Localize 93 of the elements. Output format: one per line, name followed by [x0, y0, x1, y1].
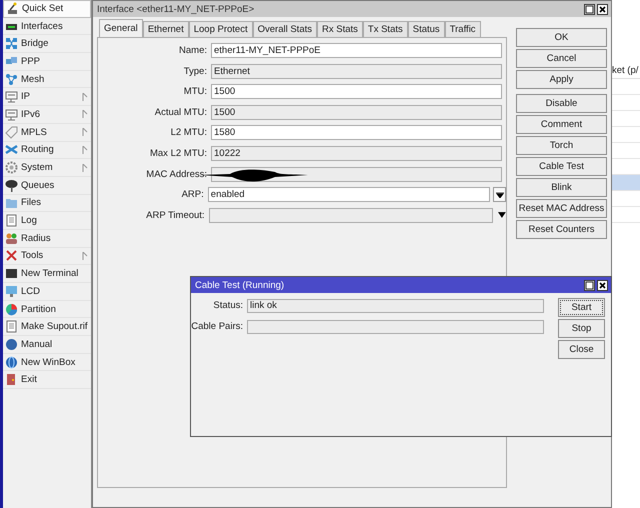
action-button[interactable]: Torch — [516, 136, 607, 155]
field-label: Cable Pairs: — [191, 321, 244, 332]
input-field[interactable]: ether11-MY_NET-PPPoE — [211, 43, 502, 58]
field-label: Max L2 MTU: — [148, 148, 208, 159]
input-field: 1500 — [211, 104, 502, 120]
action-button[interactable]: Disable — [516, 94, 607, 113]
network-icon — [5, 108, 18, 121]
menu-item[interactable]: New Terminal — [3, 265, 91, 283]
tab[interactable]: Ethernet — [142, 21, 189, 37]
menu-item[interactable]: Exit — [3, 371, 91, 390]
field-label: MAC Address: — [145, 168, 208, 180]
field-label: ARP Timeout: — [145, 210, 206, 221]
dropdown-button[interactable] — [493, 187, 506, 202]
menu-item[interactable]: IPv6 — [3, 106, 91, 124]
action-button[interactable]: Reset MAC Address — [516, 199, 607, 218]
action-button[interactable]: Cancel — [516, 49, 607, 68]
tab[interactable]: Traffic — [444, 21, 481, 37]
action-button[interactable]: Apply — [516, 70, 607, 89]
menu-item[interactable]: Manual — [3, 336, 91, 354]
action-button[interactable]: Close — [558, 340, 605, 359]
menu-item[interactable]: Partition — [3, 300, 91, 318]
mesh-icon — [5, 72, 18, 86]
action-button[interactable]: Cable Test — [516, 157, 607, 176]
terminal-icon — [5, 267, 18, 280]
maximize-icon[interactable] — [584, 280, 595, 290]
menu-item[interactable]: MPLS — [3, 124, 91, 142]
caret-icon — [496, 192, 504, 198]
routing-icon — [5, 143, 18, 156]
document-icon — [5, 320, 18, 334]
tab[interactable]: Rx Stats — [317, 21, 363, 37]
bridge-icon — [5, 37, 18, 50]
menu-item[interactable]: Interfaces — [3, 18, 91, 36]
door-icon — [5, 373, 18, 386]
input-field[interactable]: 1500 — [211, 84, 502, 100]
field-label: Type: — [182, 66, 208, 77]
close-icon[interactable] — [597, 280, 608, 290]
maximize-icon[interactable] — [584, 4, 595, 14]
help-icon — [5, 338, 18, 351]
menu-item[interactable]: Log — [3, 212, 91, 230]
input-field: 10222 — [211, 146, 502, 161]
globe-icon — [5, 356, 18, 369]
input-field[interactable]: 1580 — [211, 125, 502, 140]
tab[interactable]: Tx Stats — [362, 21, 408, 37]
window-title: Interface <ether11-MY_NET-PPPoE> — [97, 4, 256, 14]
action-button[interactable]: OK — [516, 28, 607, 47]
action-button[interactable]: Comment — [516, 115, 607, 134]
menu-item[interactable]: Quick Set — [3, 0, 91, 18]
input-field: link ok — [247, 298, 544, 312]
menu-item[interactable]: Files — [3, 194, 91, 212]
tools-icon — [5, 249, 18, 262]
menu-item[interactable]: Radius — [3, 230, 91, 248]
close-icon[interactable] — [597, 4, 608, 14]
menu-item[interactable]: Routing — [3, 142, 91, 160]
field-label: MTU: — [182, 86, 208, 98]
action-button[interactable]: Reset Counters — [516, 220, 607, 239]
menu-item[interactable]: Bridge — [3, 35, 91, 54]
menu-item[interactable]: PPP — [3, 53, 91, 71]
tab[interactable]: Status — [408, 21, 445, 37]
input-field: Ethernet — [211, 64, 502, 79]
folder-icon — [5, 196, 18, 210]
menu-item[interactable]: IP — [3, 88, 91, 106]
network-icon — [5, 90, 18, 104]
menu-item[interactable]: New WinBox — [3, 354, 91, 372]
action-button[interactable]: Start — [558, 298, 605, 317]
gear-icon — [5, 161, 18, 174]
document-icon — [5, 214, 18, 228]
menu-item[interactable]: System — [3, 159, 91, 177]
monitor-icon — [5, 284, 18, 298]
action-button[interactable]: Blink — [516, 178, 607, 197]
tree-icon — [5, 178, 18, 192]
field-label: Actual MTU: — [154, 106, 208, 118]
menu-item[interactable]: Tools — [3, 248, 91, 266]
tag-icon — [5, 126, 18, 139]
tab[interactable]: Overall Stats — [252, 21, 317, 37]
menu-item[interactable]: LCD — [3, 283, 91, 301]
tab[interactable]: General — [99, 19, 143, 37]
dropdown-field[interactable] — [208, 208, 494, 223]
field-label: L2 MTU: — [170, 127, 208, 138]
field-label: ARP: — [180, 189, 205, 200]
list-row[interactable] — [612, 175, 640, 191]
wand-icon — [6, 2, 19, 16]
field-label: Name: — [178, 45, 208, 56]
action-button[interactable]: Stop — [558, 319, 605, 338]
window-title: Cable Test (Running) — [195, 280, 286, 290]
menu-item[interactable]: Queues — [3, 176, 91, 195]
dropdown-field[interactable]: enabled — [208, 187, 490, 202]
field-label: Status: — [212, 300, 244, 311]
caret-icon[interactable] — [498, 212, 506, 218]
pie-chart-icon — [5, 302, 18, 316]
tab[interactable]: Loop Protect — [188, 21, 253, 37]
menu-item[interactable]: Make Supout.rif — [3, 318, 91, 336]
people-icon — [5, 232, 18, 245]
menu-item[interactable]: Mesh — [3, 70, 91, 88]
